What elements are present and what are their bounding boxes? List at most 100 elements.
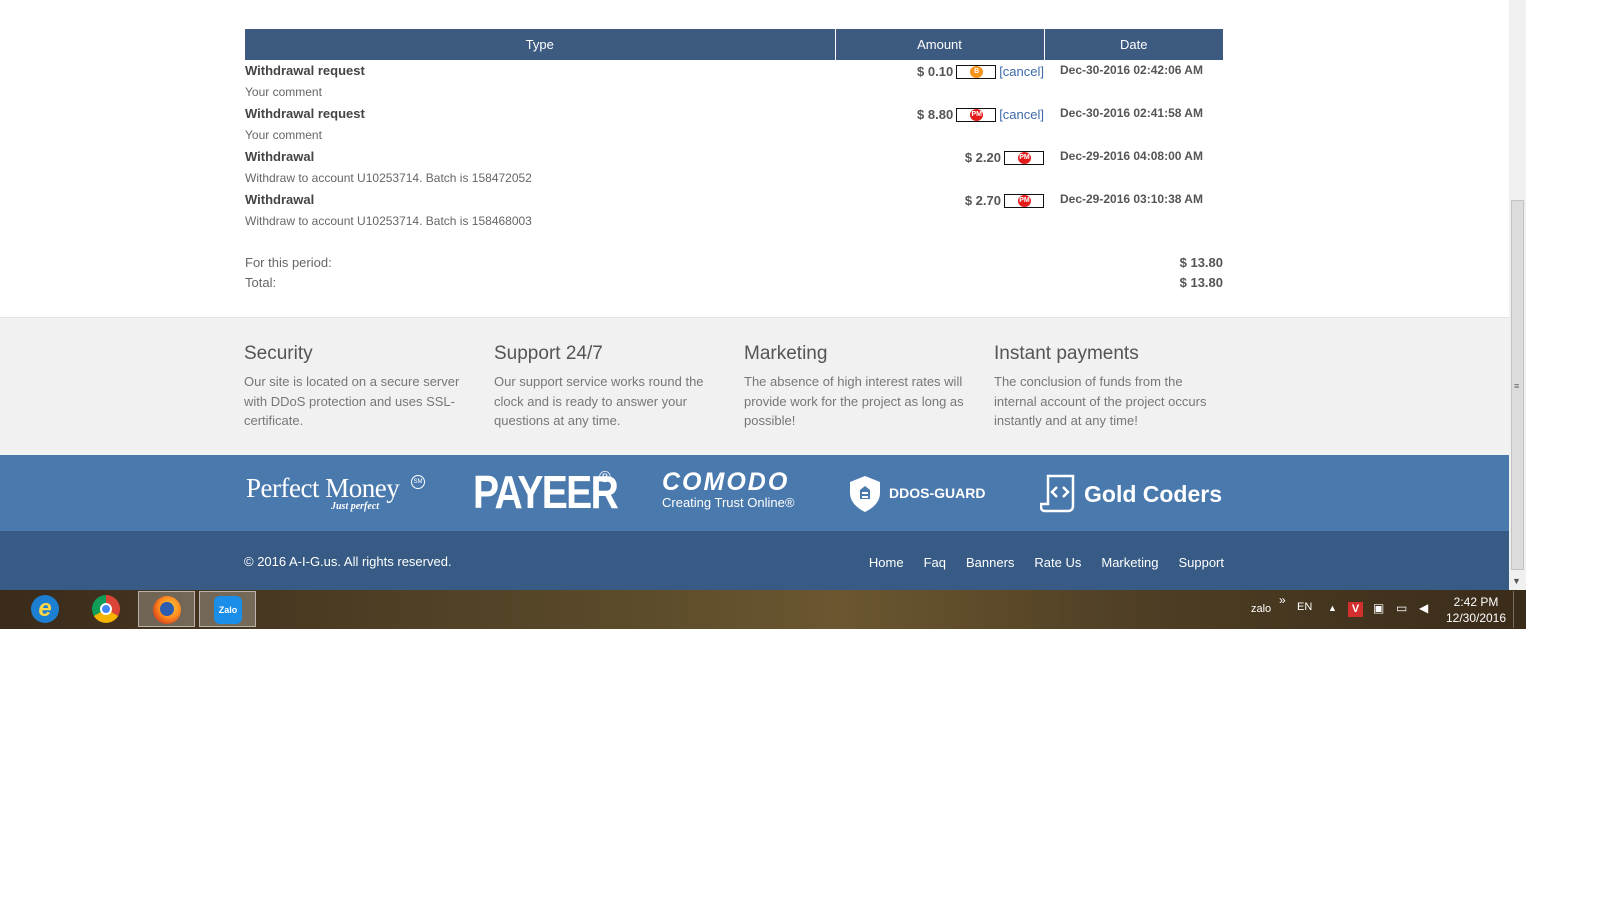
partners-band: Perfect Money SM Just perfect PAYEER ® C… <box>0 455 1509 531</box>
perfect-money-icon: PM <box>1018 151 1031 164</box>
zalo-icon: Zalo <box>214 596 242 624</box>
total-value: $ 13.80 <box>1179 275 1223 291</box>
transaction-type: Withdrawal <box>245 192 315 208</box>
internet-explorer-icon: e <box>31 595 59 623</box>
transaction-history: Type Amount Date Withdrawal request $ 0.… <box>0 0 1509 317</box>
taskbar-internet-explorer[interactable]: e <box>17 591 74 627</box>
code-scroll-icon <box>1040 474 1075 513</box>
copyright-text: © 2016 A-I-G.us. All rights reserved. <box>244 554 452 569</box>
perfect-money-icon: PM <box>1018 194 1031 207</box>
feature-instant-payments: Instant payments The conclusion of funds… <box>994 342 1226 431</box>
power-icon[interactable]: ▣ <box>1373 601 1384 615</box>
transaction-comment: Your comment <box>245 85 322 100</box>
taskbar-clock[interactable]: 2:42 PM 12/30/2016 <box>1440 594 1512 626</box>
period-summary-row: For this period: $ 13.80 <box>245 253 1223 273</box>
period-label: For this period: <box>245 255 332 271</box>
antivirus-v-icon[interactable]: V <box>1348 602 1363 617</box>
payment-system-box: PM <box>956 107 997 122</box>
payment-system-box: PM <box>1004 150 1044 165</box>
comodo-name: COMODO <box>662 468 790 496</box>
amount-value: $ 2.70 <box>964 193 1001 209</box>
clock-date: 12/30/2016 <box>1445 611 1507 625</box>
shield-icon <box>850 476 880 512</box>
taskbar-chrome[interactable] <box>78 591 135 627</box>
table-row: Withdrawal request $ 0.10 B [cancel] Dec-3… <box>245 60 1223 82</box>
cancel-link[interactable]: [cancel] <box>999 107 1044 122</box>
feature-title: Security <box>244 343 313 364</box>
taskbar-zalo[interactable]: Zalo <box>199 591 256 627</box>
transaction-amount: $ 2.70 PM <box>835 189 1044 211</box>
scrollbar-grip-icon: ≡ <box>1514 381 1520 391</box>
transaction-comment: Your comment <box>245 128 322 143</box>
feature-text: Our support service works round the cloc… <box>494 374 704 428</box>
firefox-icon <box>153 596 181 624</box>
feature-text: The absence of high interest rates will … <box>744 374 964 428</box>
perfect-money-icon: PM <box>970 108 984 121</box>
amount-value: $ 0.10 <box>917 64 954 80</box>
footer-nav: Home Faq Banners Rate Us Marketing Support <box>849 554 1224 572</box>
perfect-money-logo[interactable]: Perfect Money SM Just perfect <box>246 473 425 512</box>
total-summary-row: Total: $ 13.80 <box>245 273 1223 293</box>
header-type: Type <box>245 29 835 60</box>
tray-toolbar-chevron-icon[interactable]: » <box>1279 593 1286 607</box>
perfect-money-mark: SM <box>411 475 425 489</box>
table-row: Withdrawal request $ 8.80 PM [cancel] Dec-… <box>245 103 1223 125</box>
table-row-comment: Your comment <box>245 82 1223 103</box>
feature-support: Support 24/7 Our support service works r… <box>494 342 726 431</box>
payeer-registered-mark: ® <box>599 469 611 486</box>
transaction-date: Dec-30-2016 02:41:58 AM <box>1060 106 1203 121</box>
taskbar-firefox[interactable] <box>138 591 195 627</box>
footer-link-rate-us[interactable]: Rate Us <box>1034 555 1081 570</box>
table-row: Withdrawal $ 2.20 PM Dec-29-2016 04:08:00… <box>245 146 1223 168</box>
transaction-type: Withdrawal request <box>245 63 365 78</box>
comodo-tagline: Creating Trust Online® <box>662 495 795 510</box>
feature-title: Instant payments <box>994 343 1139 364</box>
cancel-link[interactable]: [cancel] <box>999 64 1044 79</box>
amount-value: $ 8.80 <box>917 107 954 123</box>
scroll-down-arrow-icon[interactable]: ▼ <box>1512 576 1521 586</box>
language-indicator[interactable]: EN <box>1297 601 1312 613</box>
footer-link-banners[interactable]: Banners <box>966 555 1014 570</box>
table-row-comment: Your comment <box>245 125 1223 146</box>
network-icon[interactable]: ▭ <box>1396 601 1407 615</box>
feature-security: Security Our site is located on a secure… <box>244 342 476 431</box>
table-row: Withdrawal $ 2.70 PM Dec-29-2016 03:10:38… <box>245 189 1223 211</box>
volume-icon[interactable]: ◀ <box>1419 601 1428 615</box>
feature-title: Marketing <box>744 343 828 364</box>
period-value: $ 13.80 <box>1179 255 1223 271</box>
transaction-amount: $ 8.80 PM [cancel] <box>835 103 1044 125</box>
gold-coders-name: Gold Coders <box>1084 481 1223 507</box>
transaction-amount: $ 0.10 B [cancel] <box>835 60 1044 82</box>
feature-marketing: Marketing The absence of high interest r… <box>744 342 976 431</box>
payment-system-box: PM <box>1004 193 1044 208</box>
header-date: Date <box>1043 29 1223 60</box>
footer-link-faq[interactable]: Faq <box>924 555 946 570</box>
feature-text: The conclusion of funds from the interna… <box>994 374 1207 428</box>
amount-value: $ 2.20 <box>964 150 1001 166</box>
footer-link-support[interactable]: Support <box>1178 555 1224 570</box>
transaction-comment: Withdraw to account U10253714. Batch is … <box>245 171 532 186</box>
clock-time: 2:42 PM <box>1453 595 1499 609</box>
show-desktop-button[interactable] <box>1513 591 1527 628</box>
transactions-table: Type Amount Date Withdrawal request $ 0.… <box>245 29 1223 293</box>
transaction-date: Dec-29-2016 03:10:38 AM <box>1060 192 1203 207</box>
site-footer: © 2016 A-I-G.us. All rights reserved. Ho… <box>0 531 1509 590</box>
table-row-comment: Withdraw to account U10253714. Batch is … <box>245 211 1223 232</box>
comodo-logo[interactable]: COMODO Creating Trust Online® <box>662 469 794 511</box>
footer-link-marketing[interactable]: Marketing <box>1101 555 1158 570</box>
tray-expand-icon[interactable]: ▲ <box>1328 603 1337 613</box>
browser-viewport: Type Amount Date Withdrawal request $ 0.… <box>0 0 1509 590</box>
feature-title: Support 24/7 <box>494 343 603 364</box>
footer-link-home[interactable]: Home <box>869 555 904 570</box>
payeer-logo[interactable]: PAYEER ® <box>473 469 643 515</box>
bitcoin-icon: B <box>970 65 984 78</box>
payment-system-box: B <box>956 64 997 79</box>
feature-text: Our site is located on a secure server w… <box>244 374 460 428</box>
ddos-guard-name: DDOS-GUARD <box>889 485 986 501</box>
perfect-money-tagline: Just perfect <box>331 501 380 512</box>
transaction-amount: $ 2.20 PM <box>835 146 1044 168</box>
tray-toolbar-label[interactable]: zalo <box>1251 603 1271 615</box>
transaction-type: Withdrawal request <box>245 106 365 122</box>
payeer-name: PAYEER <box>473 466 619 518</box>
chrome-icon <box>92 595 120 623</box>
